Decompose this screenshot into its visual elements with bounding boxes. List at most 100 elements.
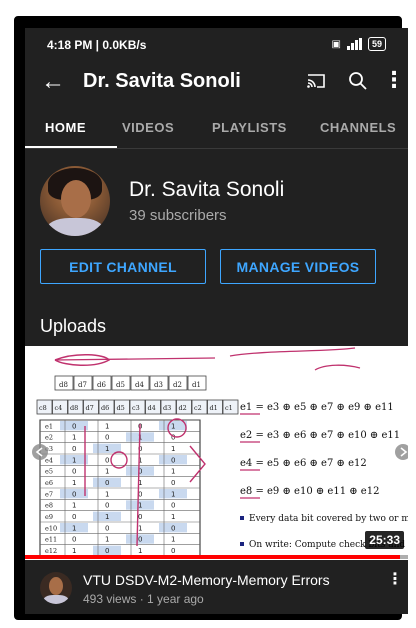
slide-bit-label: c2 [194, 404, 202, 412]
slide-equation: e2 = e3 ⊕ e6 ⊕ e7 ⊕ e10 ⊕ e11 [240, 430, 400, 441]
slide-table-row-label: e11 [45, 536, 57, 544]
slide-table-cell: 0 [171, 456, 175, 464]
slide-table-cell: 0 [72, 445, 76, 453]
slide-table-cell: 1 [105, 445, 109, 453]
slide-table-cell: 0 [72, 536, 76, 544]
slide-header-bit-label: d8 [59, 381, 68, 389]
slide-table-cell: 1 [138, 547, 142, 555]
slide-table-row-label: e5 [45, 468, 53, 476]
slide-bit-label: c3 [132, 404, 140, 412]
slide-table-cell: 0 [72, 422, 76, 430]
watch-progress-bar [25, 555, 408, 559]
slide-bullet-marker [240, 542, 244, 546]
slide-table-cell: 1 [72, 434, 76, 442]
slide-bit-label: d2 [179, 404, 187, 412]
slide-table-cell: 0 [105, 456, 109, 464]
tab-videos[interactable]: VIDEOS [122, 120, 174, 135]
slide-header-bit-label: d6 [97, 381, 106, 389]
slide-bit-label: d6 [101, 404, 109, 412]
slide-table-cell: 1 [72, 479, 76, 487]
video-title[interactable]: VTU DSDV-M2-Memory-Memory Errors [83, 572, 330, 588]
slide-equation: e8 = e9 ⊕ e10 ⊕ e11 ⊕ e12 [240, 486, 379, 497]
slide-bullet-marker [240, 516, 244, 520]
page-title: Dr. Savita Sonoli [83, 70, 241, 92]
slide-bit-label: d7 [86, 404, 94, 412]
channel-tabs: HOME VIDEOS PLAYLISTS CHANNELS [25, 114, 408, 148]
manage-videos-button[interactable]: MANAGE VIDEOS [220, 249, 376, 284]
edit-channel-button[interactable]: EDIT CHANNEL [40, 249, 206, 284]
slide-header-bit-label: d2 [173, 381, 182, 389]
slide-equation: e1 = e3 ⊕ e5 ⊕ e7 ⊕ e9 ⊕ e11 [240, 402, 394, 413]
slide-equation: e4 = e5 ⊕ e6 ⊕ e7 ⊕ e12 [240, 458, 367, 469]
slide-bit-label: d8 [70, 404, 78, 412]
more-options-icon[interactable]: ⋮ [383, 69, 405, 91]
slide-table-cell: 0 [72, 513, 76, 521]
slide-bit-label: d3 [163, 404, 171, 412]
video-duration: 25:33 [365, 531, 404, 549]
channel-avatar[interactable] [40, 166, 110, 236]
video-channel-avatar[interactable] [40, 572, 72, 604]
slide-table-cell: 0 [171, 479, 175, 487]
youtube-channel-screen: 4:18 PM | 0.0KB/s ▣ 59 ← Dr. Savita Sono… [25, 28, 408, 614]
signal-icon [346, 38, 362, 50]
slide-header-bit-label: d1 [192, 381, 201, 389]
slide-table-cell: 1 [72, 456, 76, 464]
tab-playlists[interactable]: PLAYLISTS [212, 120, 287, 135]
slide-table-cell: 1 [171, 468, 175, 476]
slide-header-bit-label: d5 [116, 381, 125, 389]
slide-table-cell: 0 [138, 513, 142, 521]
slide-bit-label: d4 [148, 404, 156, 412]
slide-table-cell: 0 [171, 547, 175, 555]
slide-table-cell: 1 [105, 536, 109, 544]
slide-table-cell: 1 [171, 490, 175, 498]
slide-table-cell: 0 [105, 434, 109, 442]
subscriber-count: 39 subscribers [129, 207, 227, 224]
slide-bit-label: c4 [55, 404, 63, 412]
video-meta: 493 views · 1 year ago [83, 592, 204, 606]
slide-table-cell: 1 [171, 422, 175, 430]
slide-table-cell: 1 [72, 524, 76, 532]
status-bar: 4:18 PM | 0.0KB/s ▣ 59 [25, 28, 408, 62]
status-time: 4:18 PM | 0.0KB/s [47, 38, 147, 52]
slide-table-row-label: e12 [45, 547, 57, 555]
slide-table-cell: 1 [72, 547, 76, 555]
slide-table-cell: 0 [72, 468, 76, 476]
status-icons: ▣ 59 [332, 37, 386, 51]
slide-header-bit-label: d4 [135, 381, 144, 389]
volte-icon: ▣ [331, 38, 341, 50]
battery-icon: 59 [367, 37, 386, 51]
slide-table-cell: 1 [105, 513, 109, 521]
slide-table-row-label: e10 [45, 524, 57, 532]
app-bar: ← Dr. Savita Sonoli ⋮ [25, 62, 408, 106]
slide-header-bit-label: d7 [78, 381, 87, 389]
tabs-divider [25, 148, 408, 149]
watch-progress-fill [25, 555, 401, 559]
slide-table-row-label: e6 [45, 479, 53, 487]
slide-drawing: d8 d7 d6 d5 d4 d3 d2 d1 c8 c4 d8 d7 d6 d5 c3 d4 d3 d2 c2 d… [32, 347, 408, 557]
slide-table-cell: 1 [105, 468, 109, 476]
slide-table-cell: 0 [105, 479, 109, 487]
tab-home[interactable]: HOME [45, 120, 86, 135]
slide-table-cell: 1 [138, 524, 142, 532]
slide-table-cell: 1 [171, 536, 175, 544]
slide-bit-label: c8 [39, 404, 47, 412]
slide-table-cell: 0 [105, 547, 109, 555]
slide-table-cell: 1 [105, 490, 109, 498]
video-thumbnail[interactable]: d8 d7 d6 d5 d4 d3 d2 d1 c8 c4 d8 d7 d6 d5 c3 d4 d3 d2 c2 d… [25, 346, 408, 560]
slide-table-cell: 1 [171, 445, 175, 453]
cast-icon[interactable] [306, 72, 326, 90]
slide-table-row-label: e7 [45, 490, 53, 498]
slide-bit-label: d5 [117, 404, 125, 412]
video-more-options-icon[interactable]: ⋮ [387, 569, 403, 589]
slide-table-cell: 0 [105, 502, 109, 510]
slide-table-cell: 0 [171, 524, 175, 532]
search-icon[interactable] [348, 71, 368, 91]
slide-table-cell: 1 [171, 513, 175, 521]
slide-table-row-label: e9 [45, 513, 53, 521]
channel-name: Dr. Savita Sonoli [129, 178, 285, 201]
back-arrow-icon[interactable]: ← [41, 70, 65, 94]
tab-channels[interactable]: CHANNELS [320, 120, 396, 135]
slide-table-row-label: e4 [45, 456, 53, 464]
slide-header-bit-label: d3 [154, 381, 163, 389]
slide-table-row-label: e1 [45, 422, 53, 430]
